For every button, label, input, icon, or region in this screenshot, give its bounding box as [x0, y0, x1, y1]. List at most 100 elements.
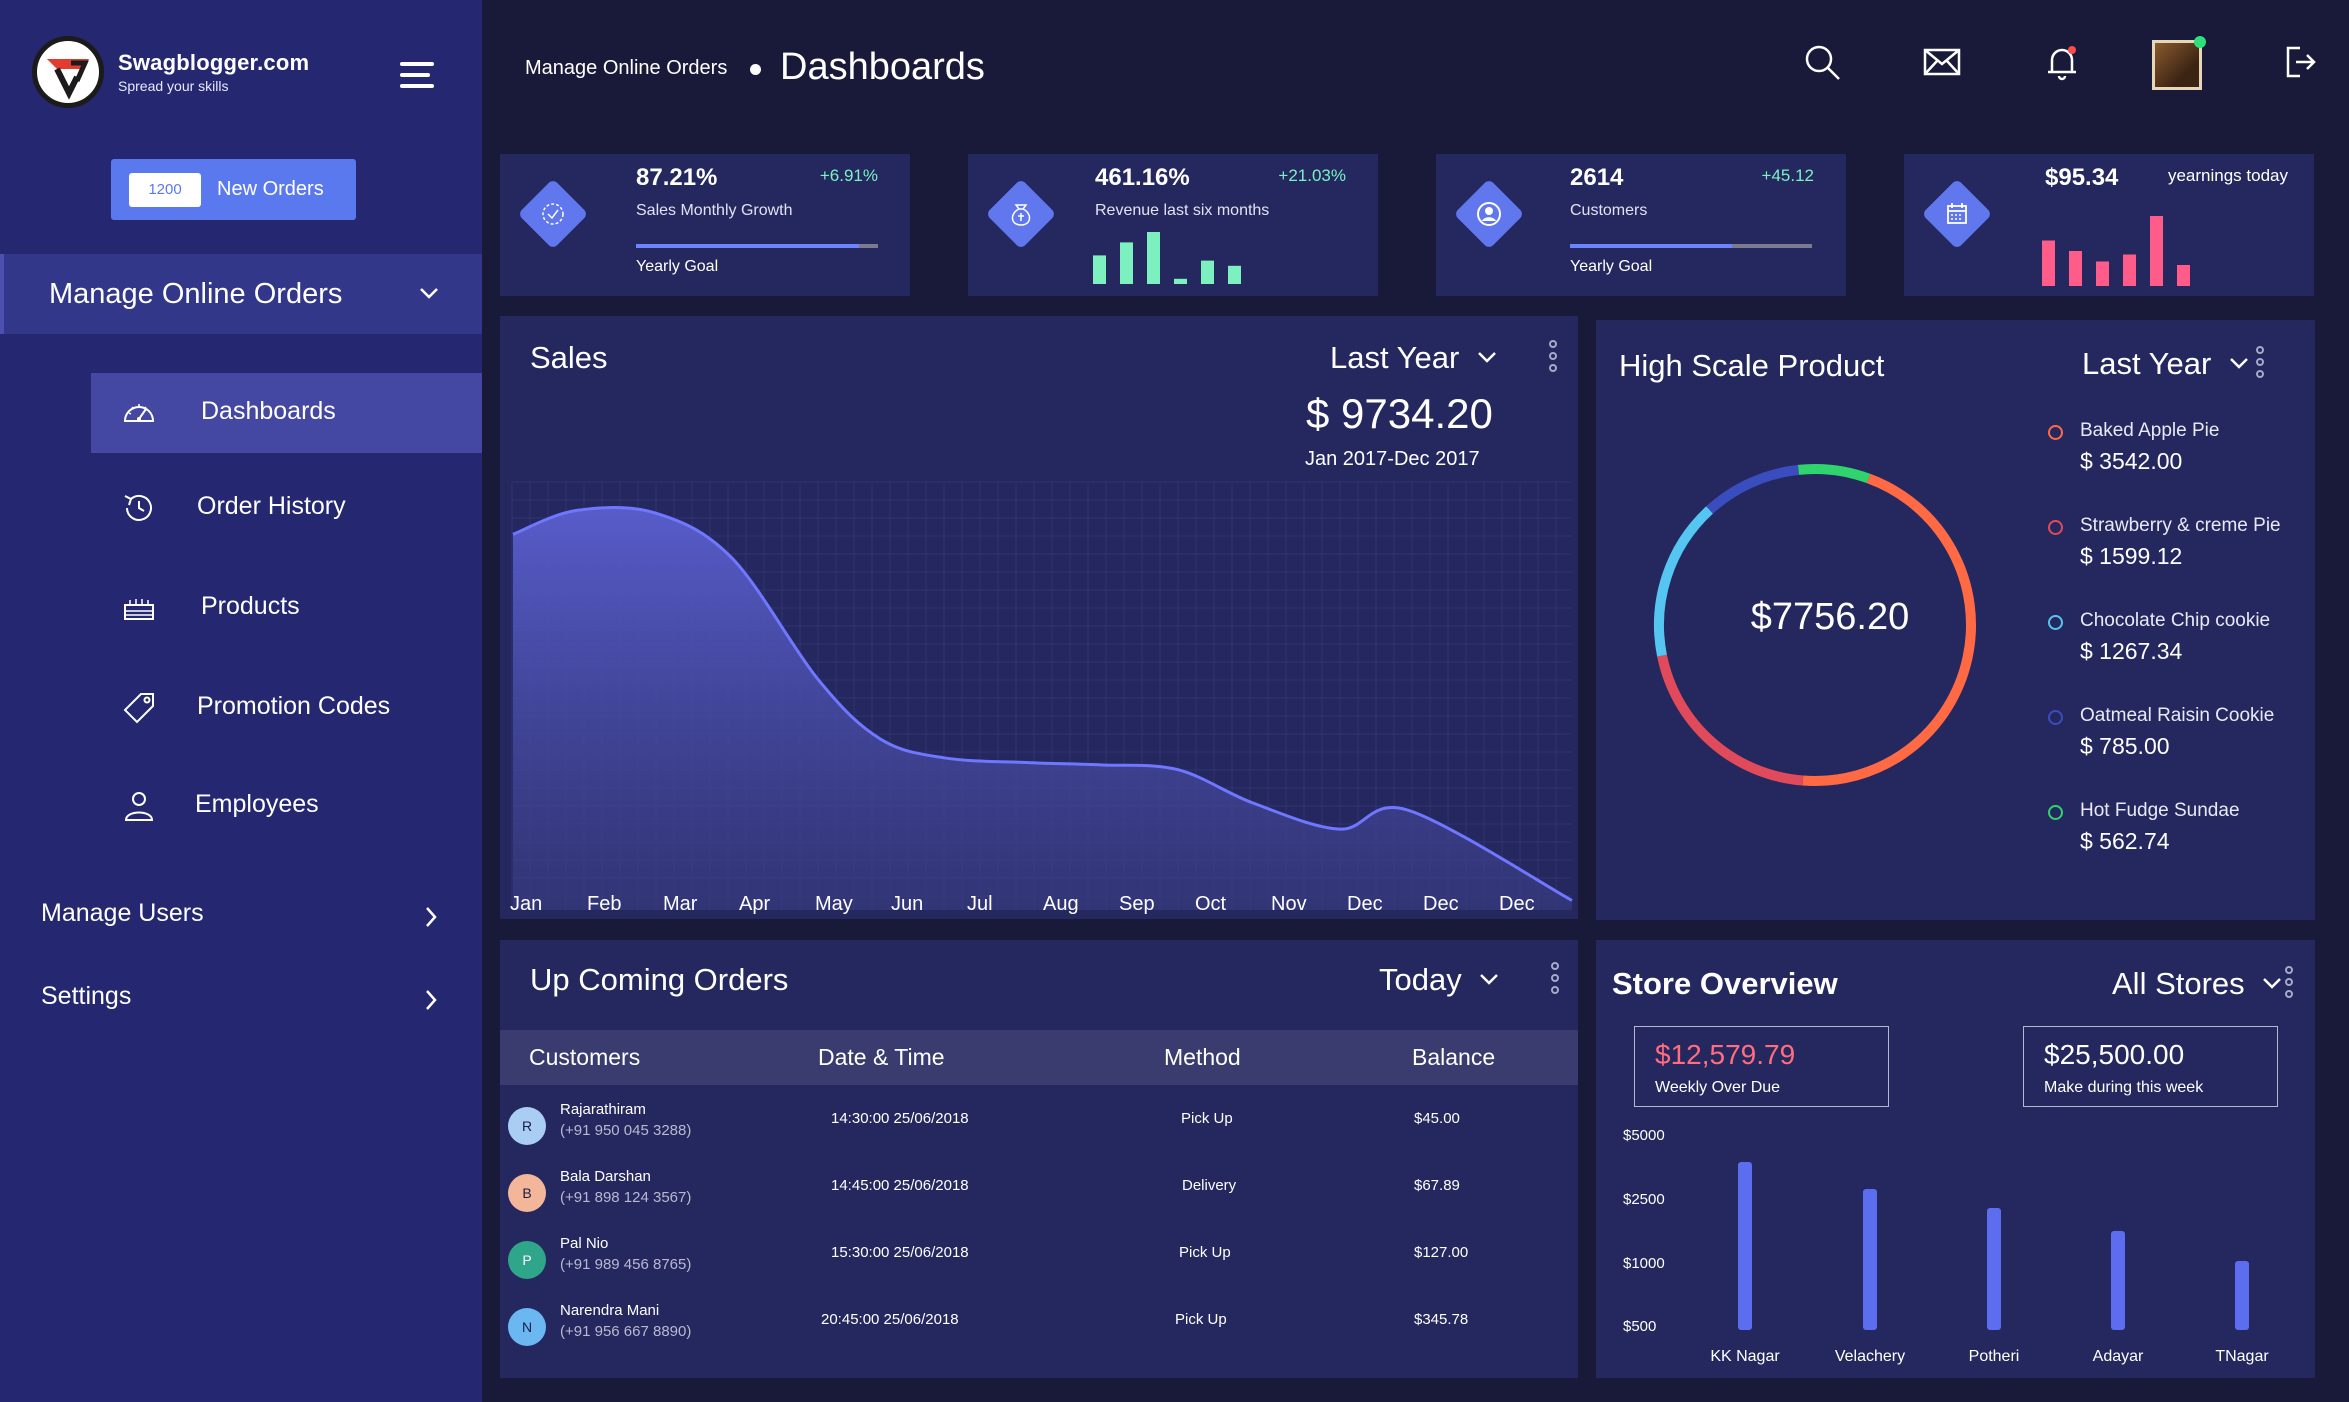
store-bar[interactable] [2111, 1230, 2125, 1330]
store-bar[interactable] [1863, 1188, 1877, 1330]
chevron-down-icon [420, 288, 438, 299]
breadcrumb[interactable]: Manage Online Orders [525, 57, 727, 80]
sidebar-item-label: Dashboards [201, 397, 336, 425]
orders-more-icon[interactable] [1551, 962, 1559, 998]
store-bar[interactable] [1738, 1162, 1752, 1330]
customer-name: Narendra Mani [560, 1302, 660, 1319]
stat-label: Revenue last six months [1095, 202, 1270, 219]
search-icon[interactable] [1802, 42, 1842, 82]
goal-progress-bar [636, 244, 878, 248]
column-header[interactable]: Date & Time [818, 1044, 945, 1071]
donut-slice[interactable] [1654, 506, 1713, 657]
dropdown-value: Last Year [2082, 346, 2212, 381]
orders-title: Up Coming Orders [530, 962, 789, 997]
sidebar-item-products[interactable]: Products [91, 568, 482, 648]
mini-bar [2150, 216, 2163, 286]
sidebar-item-dashboards[interactable]: Dashboards [91, 373, 482, 453]
customer-phone: (+91 950 045 3288) [560, 1122, 692, 1139]
store-category-label: Potheri [1968, 1348, 2020, 1365]
sidebar-link-label: Settings [41, 982, 132, 1010]
chevron-right-icon [426, 907, 437, 927]
customer-phone: (+91 989 456 8765) [560, 1256, 692, 1273]
orders-period-dropdown[interactable]: Today [1379, 962, 1500, 998]
menu-toggle-icon[interactable] [400, 62, 434, 88]
donut-slice[interactable] [1657, 654, 1804, 786]
sales-amount: $ 9734.20 [1306, 390, 1493, 437]
stat-delta: +45.12 [1761, 166, 1814, 185]
table-row[interactable]: R Rajarathiram (+91 950 045 3288) 14:30:… [500, 1092, 1578, 1158]
sales-range: Jan 2017-Dec 2017 [1305, 448, 1480, 470]
sidebar-link-manage-users[interactable]: Manage Users [41, 899, 441, 939]
stat-card-earnings: $95.34 yearnings today [1904, 154, 2314, 296]
customer-name: Pal Nio [560, 1235, 609, 1252]
sidebar-link-settings[interactable]: Settings [41, 982, 441, 1022]
stat-delta: +6.91% [819, 166, 878, 185]
table-row[interactable]: B Bala Darshan (+91 898 124 3567) 14:45:… [500, 1159, 1578, 1225]
history-icon [124, 494, 152, 521]
mini-bar [1174, 278, 1187, 284]
month-tick-label: Nov [1271, 893, 1307, 915]
store-more-icon[interactable] [2285, 966, 2293, 1002]
brand-title: Swagblogger.com [118, 50, 310, 75]
store-bar[interactable] [1987, 1207, 2001, 1330]
chevron-right-icon [426, 990, 437, 1010]
logout-icon[interactable] [2280, 42, 2320, 82]
mail-icon[interactable] [1922, 42, 1962, 82]
breadcrumb-separator [750, 64, 761, 75]
user-avatar[interactable] [2152, 40, 2202, 90]
column-header[interactable]: Customers [529, 1044, 640, 1071]
column-header[interactable]: Method [1164, 1044, 1241, 1071]
sales-more-icon[interactable] [1549, 340, 1557, 376]
store-title: Store Overview [1612, 966, 1838, 1001]
goal-progress-fill [1570, 244, 1733, 248]
money-bag-icon [1011, 204, 1031, 226]
store-overview-panel [1596, 940, 2315, 1378]
sidebar-item-employees[interactable]: Employees [91, 766, 482, 846]
high-scale-title: High Scale Product [1619, 348, 1885, 383]
month-tick-label: Apr [739, 893, 770, 915]
legend-value: $ 562.74 [2080, 828, 2170, 854]
stat-value: $95.34 [2045, 164, 2119, 191]
mini-bar [1120, 242, 1133, 284]
mini-bar [2042, 240, 2055, 286]
nav-group-manage-online-orders[interactable]: Manage Online Orders [0, 254, 482, 334]
brand-logo[interactable]: Swagblogger.com Spread your skills [32, 36, 309, 108]
bell-icon[interactable] [2042, 42, 2082, 82]
sidebar-item-promotion-codes[interactable]: Promotion Codes [91, 668, 482, 748]
new-orders-button[interactable]: 1200 New Orders [111, 159, 356, 220]
donut-slice[interactable] [1797, 464, 1871, 484]
month-tick-label: Oct [1195, 893, 1227, 915]
sidebar-item-order-history[interactable]: Order History [91, 468, 482, 548]
chevron-down-icon [2230, 358, 2248, 369]
dropdown-value: Last Year [1330, 340, 1460, 375]
y-tick-label: $500 [1623, 1318, 1657, 1335]
legend-name: Baked Apple Pie [2080, 420, 2220, 441]
table-row[interactable]: P Pal Nio (+91 989 456 8765) 15:30:00 25… [500, 1226, 1578, 1292]
sales-area [513, 507, 1572, 910]
mini-bar [1228, 265, 1241, 284]
user-circle-icon [1477, 202, 1501, 226]
earnings-mini-chart [2042, 216, 2190, 286]
stat-label: Sales Monthly Growth [636, 202, 793, 219]
donut-slice[interactable] [1706, 464, 1800, 514]
y-tick-label: $1000 [1623, 1255, 1665, 1272]
store-category-label: KK Nagar [1710, 1348, 1780, 1365]
sales-period-dropdown[interactable]: Last Year [1330, 340, 1498, 376]
table-row[interactable]: N Narendra Mani (+91 956 667 8890) 20:45… [500, 1293, 1578, 1359]
legend-value: $ 1599.12 [2080, 543, 2183, 569]
legend-ring-icon [2048, 805, 2063, 820]
store-filter-dropdown[interactable]: All Stores [2112, 966, 2283, 1002]
week-made-value: $25,500.00 [2044, 1039, 2185, 1070]
sidebar-item-label: Order History [197, 492, 346, 520]
column-header[interactable]: Balance [1412, 1044, 1495, 1071]
legend-ring-icon [2048, 615, 2063, 630]
high-scale-period-dropdown[interactable]: Last Year [2082, 346, 2250, 382]
high-scale-more-icon[interactable] [2256, 346, 2264, 382]
sidebar-item-label: Products [201, 592, 300, 620]
stat-value: 2614 [1570, 164, 1624, 191]
brand-subtitle: Spread your skills [118, 78, 229, 94]
store-bar[interactable] [2235, 1261, 2249, 1330]
stat-label: Customers [1570, 202, 1648, 219]
legend-name: Chocolate Chip cookie [2080, 610, 2271, 631]
store-category-label: TNagar [2215, 1348, 2269, 1365]
